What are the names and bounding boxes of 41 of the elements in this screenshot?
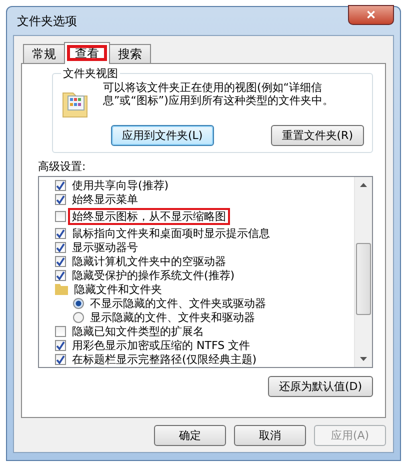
setting-label[interactable]: 鼠标指向文件夹和桌面项时显示提示信息: [70, 226, 272, 240]
checkbox[interactable]: [55, 270, 66, 280]
dialog-button[interactable]: 确定: [154, 425, 226, 446]
checkbox[interactable]: [55, 242, 66, 252]
window-title: 文件夹选项: [16, 12, 77, 30]
setting-label[interactable]: 使用共享向导(推荐): [70, 178, 171, 192]
radio-button[interactable]: [73, 298, 84, 308]
setting-label[interactable]: 隐藏计算机文件夹中的空驱动器: [70, 254, 228, 268]
dialog-button[interactable]: 取消: [234, 425, 306, 446]
restore-defaults-button[interactable]: 还原为默认值(D): [268, 376, 373, 397]
setting-label[interactable]: 不显示隐藏的文件、文件夹或驱动器: [88, 296, 268, 310]
tab[interactable]: 搜索: [109, 44, 151, 63]
scroll-down-icon[interactable]: [360, 357, 367, 361]
advanced-label: 高级设置:: [38, 159, 87, 174]
tab[interactable]: 常规: [23, 44, 65, 63]
setting-label[interactable]: 隐藏受保护的操作系统文件(推荐): [70, 268, 237, 282]
checkbox[interactable]: [55, 340, 66, 350]
checkbox[interactable]: [55, 256, 66, 266]
radio-button[interactable]: [73, 312, 84, 322]
folder-button[interactable]: 应用到文件夹(L): [111, 125, 214, 146]
setting-label[interactable]: 显示隐藏的文件、文件夹和驱动器: [88, 310, 257, 324]
setting-label: 隐藏文件和文件夹: [73, 282, 163, 296]
description-text: 可以将该文件夹正在使用的视图(例如“详细信息”或“图标”)应用到所有这种类型的文件夹中。: [103, 81, 334, 107]
setting-label[interactable]: 始终显示菜单: [70, 192, 140, 206]
setting-label[interactable]: 用彩色显示加密或压缩的 NTFS 文件: [70, 338, 252, 352]
folder-button[interactable]: 重置文件夹(R): [270, 125, 364, 146]
setting-label[interactable]: 始终显示图标，从不显示缩略图: [70, 210, 228, 222]
checkbox[interactable]: [55, 194, 66, 204]
folder-icon: [55, 283, 68, 295]
checkbox[interactable]: [55, 210, 66, 222]
setting-label[interactable]: 隐藏已知文件类型的扩展名: [70, 324, 206, 338]
scrollbar[interactable]: [354, 177, 372, 367]
checkbox[interactable]: [55, 228, 66, 238]
setting-label[interactable]: 在标题栏显示完整路径(仅限经典主题): [70, 352, 259, 366]
group-title: 文件夹视图: [62, 66, 119, 81]
scroll-thumb[interactable]: [356, 243, 371, 315]
checkbox[interactable]: [55, 354, 66, 364]
checkbox[interactable]: [55, 180, 66, 190]
setting-label[interactable]: 显示驱动器号: [70, 240, 140, 254]
scroll-up-icon[interactable]: [360, 183, 367, 187]
checkbox[interactable]: [55, 326, 66, 336]
